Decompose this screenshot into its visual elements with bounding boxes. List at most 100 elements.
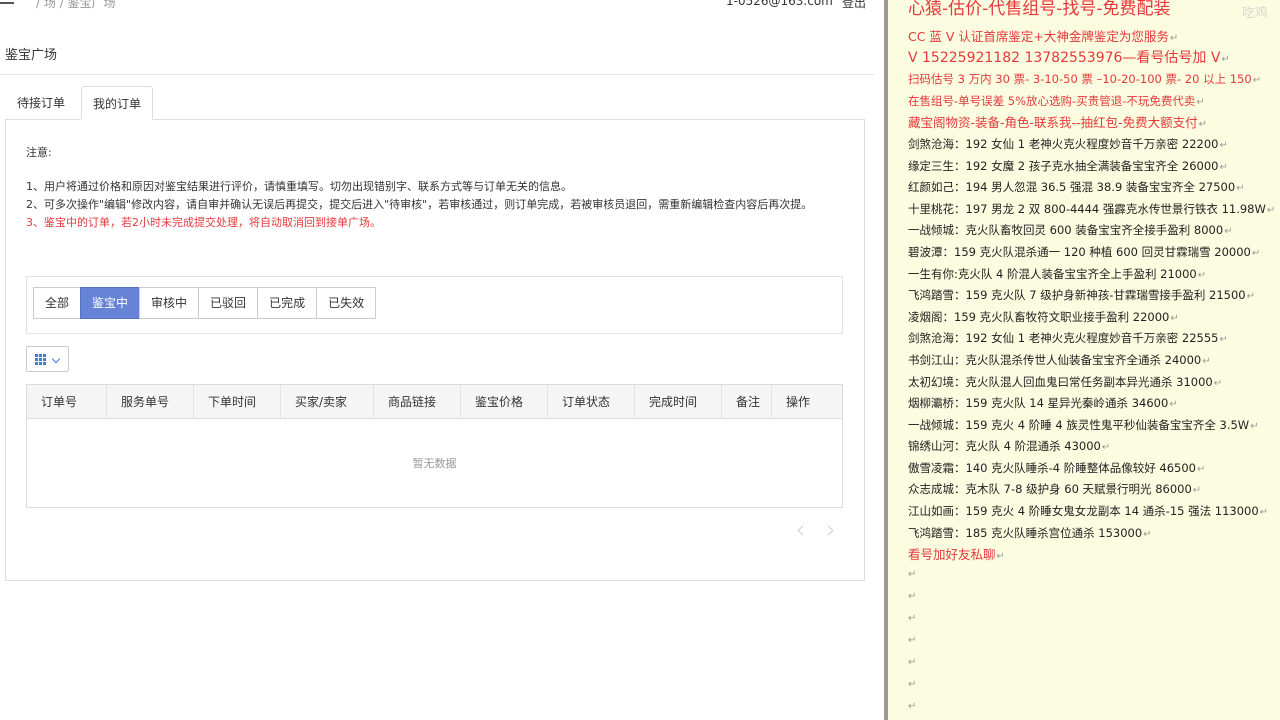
ad-line-text: 一生有你:克火队 4 阶混人装备宝宝齐全上手盈利 21000 [908,266,1197,281]
paragraph-mark: ↵ [1266,204,1276,216]
filter-reviewing-button[interactable]: 审核中 [139,287,200,319]
ad-line-text: 扫码估号 3 万内 30 票- 3-10-50 票 –10-20-100 票- … [908,72,1252,87]
paragraph-mark: ↵ [1196,96,1205,108]
ad-line: 江山如画：159 克火 4 阶睡女鬼女龙副本 14 通杀-15 强法 11300… [908,501,1280,523]
ad-line: 剑煞沧海：192 女仙 1 老神火克火程度妙音千万亲密 22200↵ [908,134,1280,156]
menu-icon[interactable] [0,0,16,8]
grid-icon [35,354,46,365]
paragraph-mark: ↵ [1251,247,1261,259]
column-header[interactable]: 下单时间 [194,385,281,419]
watermark: 吃鸡 [1241,6,1268,21]
web-app: / 场 / 鉴宝广场 1-0526@163.com 登出 鉴宝广场 待接订单 我… [0,0,884,720]
notice-item: 2、可多次操作"编辑"修改内容，请自审并确认无误后再提交，提交后进入"待审核"，… [26,198,813,211]
paragraph-mark: ↵ [1259,507,1269,519]
column-header[interactable]: 完成时间 [635,385,722,419]
ad-line-text: 一战倾城：159 克火 4 阶睡 4 族灵性鬼平秒仙装备宝宝齐全 3.5W [908,417,1250,432]
paragraph-mark: ↵ [908,657,917,668]
paragraph-mark: ↵ [1198,119,1207,131]
chevron-left-icon[interactable] [796,524,810,538]
filter-completed-button[interactable]: 已完成 [257,287,318,319]
notice-title: 注意: [26,146,52,159]
ad-line: 烟柳灞桥：159 克火队 14 星异光秦岭通杀 34600↵ [908,393,1280,415]
ad-line-text: 剑煞沧海：192 女仙 1 老神火克火程度妙音千万亲密 22555 [908,331,1219,346]
filter-expired-button[interactable]: 已失效 [316,287,377,319]
column-header[interactable]: 鉴宝价格 [461,385,548,419]
paragraph-mark: ↵ [1236,183,1245,195]
ad-line: V 15225921182 13782553976—看号估号加 V↵ [908,48,1280,70]
column-header[interactable]: 备注 [722,385,772,419]
column-header[interactable]: 商品链接 [374,385,461,419]
column-header[interactable]: 服务单号 [107,385,194,419]
status-filter-bar: 全部 鉴宝中 审核中 已驳回 已完成 已失效 [26,276,843,334]
breadcrumb[interactable]: / 场 / 鉴宝广场 [36,0,116,11]
ad-line: 看号加好友私聊↵ [908,544,1280,566]
paragraph-mark: ↵ [908,569,917,580]
column-header[interactable]: 操作 [772,385,842,419]
chevron-right-icon[interactable] [822,524,836,538]
tab-pending-orders[interactable]: 待接订单 [5,86,77,120]
ad-line-text: 红颜如己：194 男人忽混 36.5 强混 38.9 装备宝宝齐全 27500 [908,180,1236,195]
column-header[interactable]: 订单状态 [548,385,635,419]
paragraph-mark: ↵ [1202,355,1211,367]
ad-line: 飞鸿踏雪：159 克火队 7 级护身新神孩-甘霖瑞雪接手盈利 21500↵ [908,285,1280,307]
ad-line: 一战倾城：159 克火 4 阶睡 4 族灵性鬼平秒仙装备宝宝齐全 3.5W↵ [908,415,1280,437]
column-header[interactable]: 订单号 [27,385,107,419]
paragraph-mark: ↵ [1170,312,1179,324]
ad-title: 心猿-估价-代售组号-找号-免费配装 [908,0,1171,19]
paragraph-mark: ↵ [996,551,1005,563]
ad-line: 书剑江山：克火队混杀传世人仙装备宝宝齐全通杀 24000↵ [908,350,1280,372]
paragraph-mark: ↵ [908,701,917,712]
ad-line: 红颜如己：194 男人忽混 36.5 强混 38.9 装备宝宝齐全 27500↵ [908,177,1280,199]
paragraph-mark: ↵ [1224,226,1233,238]
logout-link[interactable]: 登出 [842,0,866,11]
orders-table: 订单号 服务单号 下单时间 买家/卖家 商品链接 鉴宝价格 订单状态 完成时间 … [26,384,843,508]
filter-rejected-button[interactable]: 已驳回 [198,287,259,319]
paragraph-mark: ↵ [1219,161,1228,173]
column-toggle-button[interactable] [26,346,69,372]
paragraph-mark: ↵ [1219,139,1228,151]
ad-line-text: CC 蓝 V 认证首席鉴定+大神金牌鉴定为您服务 [908,29,1169,44]
paragraph-mark: ↵ [1143,528,1152,540]
filter-appraising-button[interactable]: 鉴宝中 [80,287,141,319]
title-divider [0,74,875,75]
ad-line-text: 众志成城：克木队 7-8 级护身 60 天赋景行明光 86000 [908,482,1192,497]
empty-state: 暂无数据 [412,457,457,470]
paragraph-mark: ↵ [1219,334,1228,346]
ad-lines: CC 蓝 V 认证首席鉴定+大神金牌鉴定为您服务↵ V 15225921182 1… [908,26,1280,566]
paragraph-mark: ↵ [1213,377,1223,389]
notice-item-warning: 3、鉴宝中的订单，若2小时未完成提交处理，将自动取消回到接单广场。 [26,216,381,229]
column-header[interactable]: 买家/卖家 [281,385,374,419]
paragraph-marks: ↵ ↵ ↵ ↵ ↵ ↵ ↵ [908,564,916,718]
ad-line-text: 凌烟阁：159 克火队畜牧符文职业接手盈利 22000 [908,309,1170,324]
page-title: 鉴宝广场 [5,48,58,63]
filter-all-button[interactable]: 全部 [33,287,82,319]
paragraph-mark: ↵ [908,679,917,690]
paragraph-mark: ↵ [1196,463,1206,475]
ad-line-text: 剑煞沧海：192 女仙 1 老神火克火程度妙音千万亲密 22200 [908,136,1219,151]
ad-line-text: 缘定三生：192 女魔 2 孩子克水抽全满装备宝宝齐全 26000 [908,158,1219,173]
user-email: 1-0526@163.com [726,0,833,8]
paragraph-mark: ↵ [1197,269,1207,281]
ad-document: 吃鸡 心猿-估价-代售组号-找号-免费配装 CC 蓝 V 认证首席鉴定+大神金牌… [888,0,1280,720]
ad-line-text: 飞鸿踏雪：185 克火队睡杀宫位通杀 153000 [908,525,1143,540]
ad-line-text: V 15225921182 13782553976—看号估号加 V [908,49,1221,66]
ad-line-text: 看号加好友私聊 [908,547,996,563]
tab-my-orders[interactable]: 我的订单 [81,86,153,120]
ad-line-text: 江山如画：159 克火 4 阶睡女鬼女龙副本 14 通杀-15 强法 11300… [908,504,1259,519]
paragraph-mark: ↵ [1246,291,1256,303]
ad-line: 碧波潭：159 克火队混杀通一 120 种植 600 回灵甘霖瑞雪 20000↵ [908,242,1280,264]
ad-line-text: 碧波潭：159 克火队混杀通一 120 种植 600 回灵甘霖瑞雪 20000 [908,244,1251,259]
ad-line: 众志成城：克木队 7-8 级护身 60 天赋景行明光 86000↵ [908,479,1280,501]
ad-line: 扫码估号 3 万内 30 票- 3-10-50 票 –10-20-100 票- … [908,69,1280,91]
order-tabs: 待接订单 我的订单 [5,86,865,120]
ad-line: 剑煞沧海：192 女仙 1 老神火克火程度妙音千万亲密 22555↵ [908,328,1280,350]
ad-line: 太初幻境：克火队混人回血鬼曰常任务副本异光通杀 31000↵ [908,372,1280,394]
paragraph-mark: ↵ [1169,399,1178,411]
ad-line-text: 书剑江山：克火队混杀传世人仙装备宝宝齐全通杀 24000 [908,352,1202,367]
ad-line: 一生有你:克火队 4 阶混人装备宝宝齐全上手盈利 21000↵ [908,264,1280,286]
notice-item: 1、用户将通过价格和原因对鉴宝结果进行评价，请慎重填写。切勿出现错别字、联系方式… [26,180,572,193]
ad-line-text: 锦绣山河：克火队 4 阶混通杀 43000 [908,439,1101,454]
ad-line: CC 蓝 V 认证首席鉴定+大神金牌鉴定为您服务↵ [908,26,1280,48]
ad-line-text: 十里桃花：197 男龙 2 双 800-4444 强霹克水传世景行铁衣 11.9… [908,201,1266,216]
paragraph-mark: ↵ [1221,53,1230,65]
